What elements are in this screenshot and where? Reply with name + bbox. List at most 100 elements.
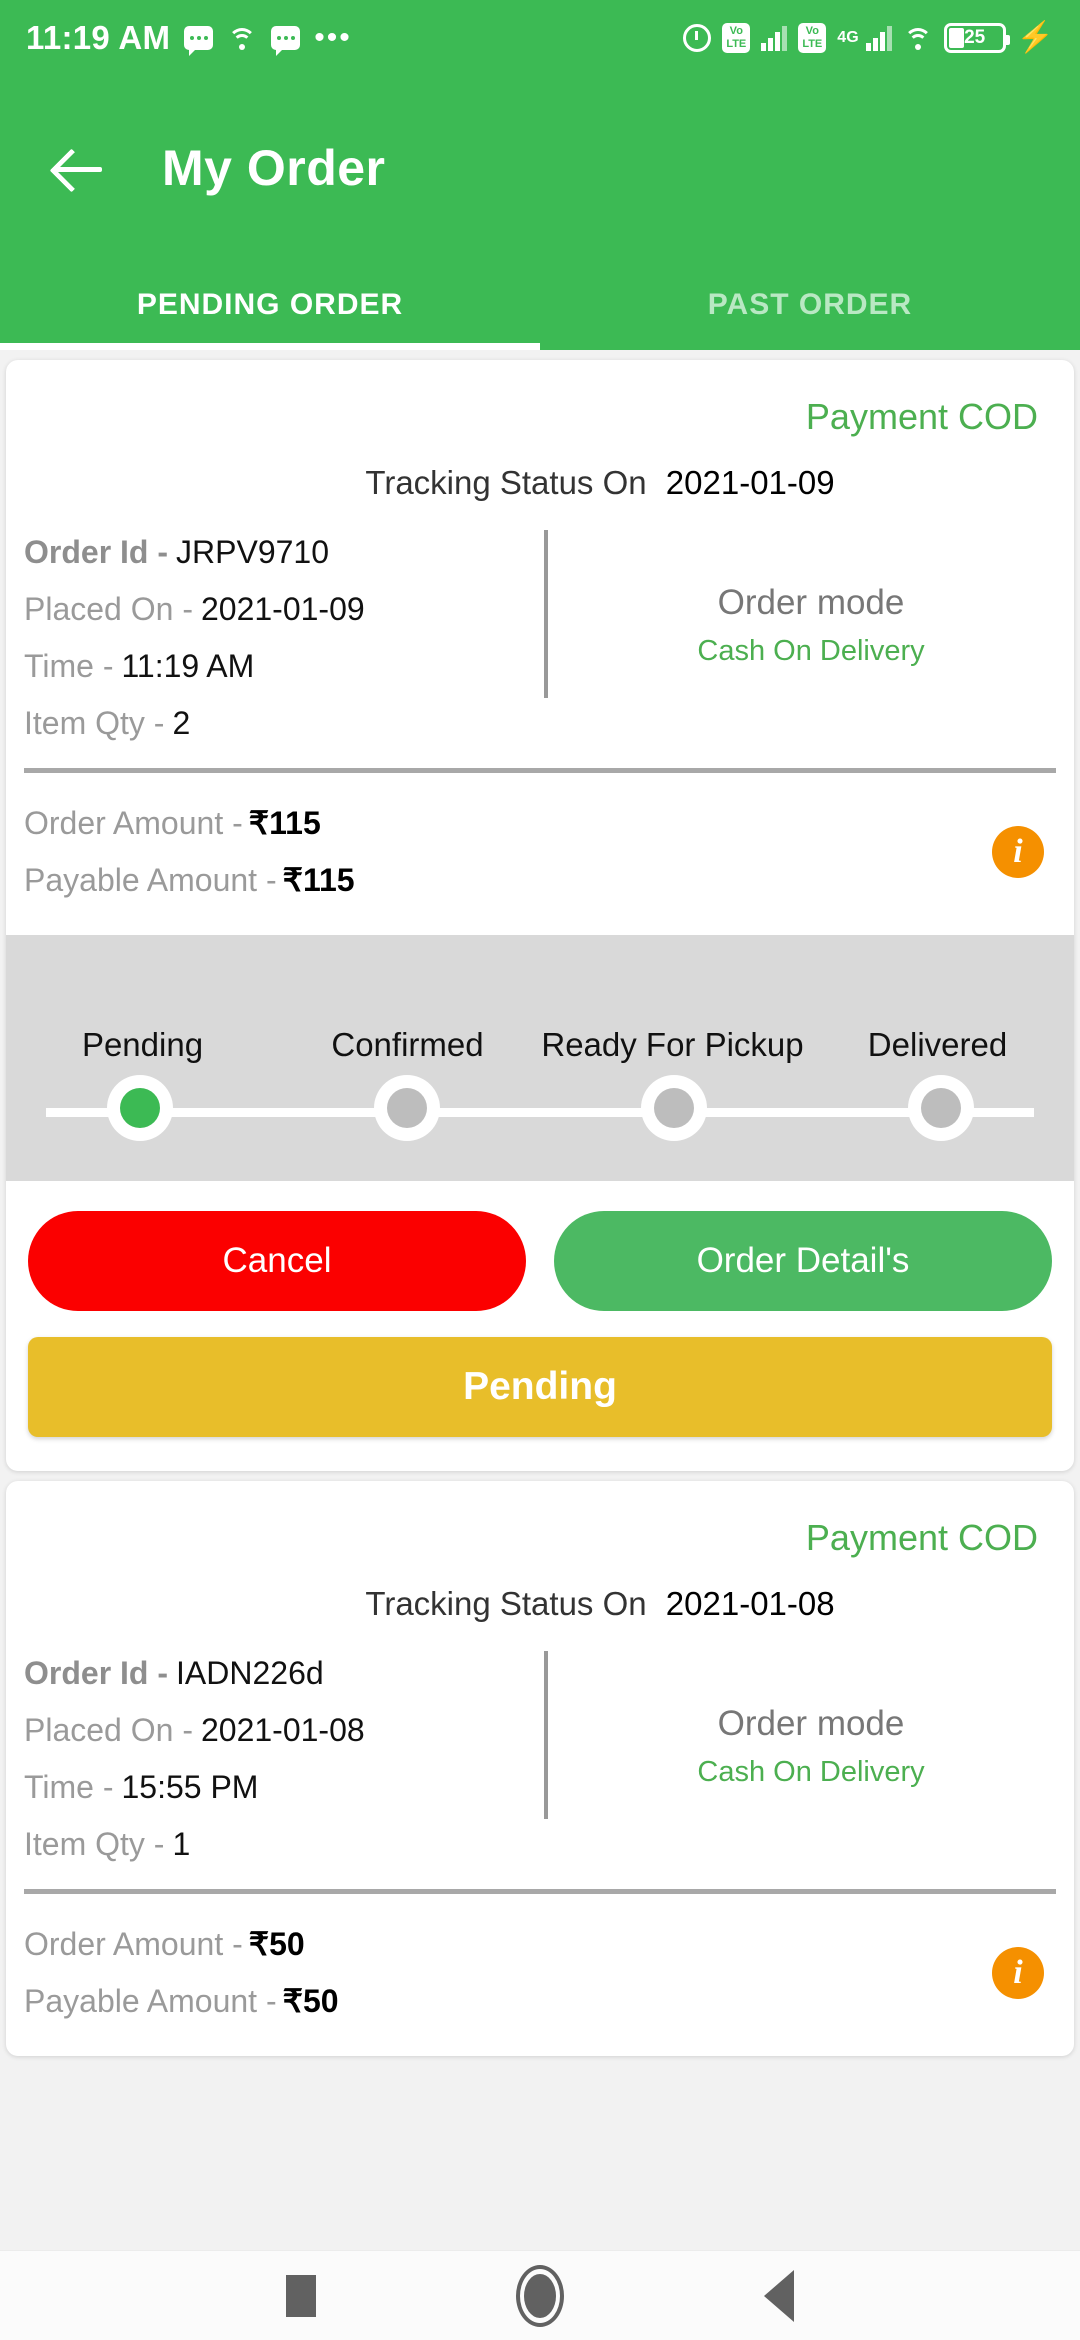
order-id-row: Order Id - JRPV9710 [24,524,544,581]
payable-amount-label: Payable Amount - [24,862,277,898]
order-summary: Order Id - IADN226d Placed On -2021-01-08… [6,1645,1074,1873]
stepper-track [6,1075,1074,1147]
square-icon[interactable] [286,2274,316,2317]
order-amount-value: ₹50 [248,1926,305,1962]
time-row: Time -11:19 AM [24,638,544,695]
status-bar-left: 11:19 AM ••• [26,19,352,57]
step-label-ready-for-pickup: Ready For Pickup [541,1026,804,1063]
network-type-label: 4G [837,28,859,46]
more-notifications-icon: ••• [314,20,352,54]
order-amount-label: Order Amount - [24,1926,243,1962]
tracking-status-date: 2021-01-08 [665,1585,835,1622]
battery-icon: 25 [943,22,1010,53]
tracking-status-row: Tracking Status On 2021-01-08 [6,1559,1074,1623]
tab-bar: PENDING ORDER PAST ORDER [0,260,1080,350]
wifi-icon [903,26,933,50]
order-fields: Order Id - IADN226d Placed On -2021-01-08… [24,1645,544,1873]
signal-sim1-icon [761,25,788,51]
step-label-delivered: Delivered [867,1026,1008,1063]
amount-column: Order Amount - ₹50 Payable Amount - ₹50 [24,1916,992,2030]
payment-mode-label: Payment COD [805,396,1038,437]
payment-mode-label: Payment COD [805,1517,1038,1558]
step-dot-confirmed[interactable] [373,1075,440,1141]
time-value: 15:55 PM [121,1769,259,1805]
amounts-block: Order Amount - ₹115 Payable Amount - ₹115 … [6,773,1074,935]
time-value: 11:19 AM [121,648,255,684]
status-bar: 11:19 AM ••• Vo LTE Vo LTE 4G 25 ⚡ [0,0,1080,75]
message-icon-2 [271,25,301,56]
order-amount-row: Order Amount - ₹50 [24,1916,992,1973]
order-list[interactable]: Payment COD Tracking Status On 2021-01-0… [0,350,1080,2250]
volte-sim2-icon: Vo LTE [798,22,827,53]
order-mode-block: Order mode Cash On Delivery [548,1645,1074,1873]
page-title: My Order [162,139,386,196]
step-label-pending: Pending [81,1026,204,1063]
time-label: Time - [24,1769,114,1805]
order-amount-row: Order Amount - ₹115 [24,795,992,852]
placed-on-label: Placed On - [24,1712,193,1748]
wifi-notification-icon [227,26,257,50]
order-mode-label: Order mode [717,1703,905,1743]
stepper-labels: Pending Confirmed Ready For Pickup Deliv… [6,961,1074,1065]
order-id-label: Order Id - [24,1655,169,1691]
order-amount-label: Order Amount - [24,805,243,841]
order-mode-value: Cash On Delivery [697,1755,925,1788]
status-bar-right: Vo LTE Vo LTE 4G 25 ⚡ [683,22,1054,53]
order-mode-block: Order mode Cash On Delivery [548,524,1074,752]
time-label: Time - [24,648,114,684]
placed-on-value: 2021-01-09 [200,591,365,627]
item-qty-value: 1 [172,1826,191,1862]
tab-past-order[interactable]: PAST ORDER [540,260,1080,350]
volte-sim1-icon: Vo LTE [722,22,751,53]
order-fields: Order Id - JRPV9710 Placed On -2021-01-09… [24,524,544,752]
tracking-status-row: Tracking Status On 2021-01-09 [6,438,1074,502]
item-qty-row: Item Qty -1 [24,1816,544,1873]
info-icon[interactable]: i [992,1947,1044,1999]
placed-on-value: 2021-01-08 [200,1712,365,1748]
step-dot-ready-for-pickup[interactable] [640,1075,707,1141]
step-label-confirmed: Confirmed [331,1026,484,1063]
order-id-value: JRPV9710 [176,534,329,570]
arrow-left-icon[interactable] [48,137,110,199]
order-mode-value: Cash On Delivery [697,634,925,667]
order-amount-value: ₹115 [248,805,321,841]
step-dot-pending[interactable] [106,1075,173,1141]
battery-percent-label: 25 [964,26,986,48]
item-qty-label: Item Qty - [24,705,165,741]
tracking-status-label: Tracking Status On [365,1585,647,1622]
order-actions: Cancel Order Detail's [6,1181,1074,1311]
circle-icon[interactable] [516,2264,564,2327]
step-dot-delivered[interactable] [907,1075,974,1141]
item-qty-label: Item Qty - [24,1826,165,1862]
order-id-value: IADN226d [176,1655,324,1691]
amount-column: Order Amount - ₹115 Payable Amount - ₹115 [24,795,992,909]
payable-amount-value: ₹50 [282,1983,339,2019]
amounts-block: Order Amount - ₹50 Payable Amount - ₹50 i [6,1894,1074,2056]
order-mode-label: Order mode [717,582,905,622]
placed-on-row: Placed On -2021-01-08 [24,1702,544,1759]
android-nav-bar [0,2250,1080,2340]
placed-on-row: Placed On -2021-01-09 [24,581,544,638]
placed-on-label: Placed On - [24,591,193,627]
app-bar: My Order [0,75,1080,260]
order-status-button[interactable]: Pending [28,1337,1052,1437]
cancel-button[interactable]: Cancel [28,1211,526,1311]
stepper-dots [6,1075,1074,1141]
order-id-row: Order Id - IADN226d [24,1645,544,1702]
payable-amount-value: ₹115 [282,862,355,898]
triangle-back-icon[interactable] [764,2269,794,2322]
item-qty-value: 2 [172,705,191,741]
order-detail-button[interactable]: Order Detail's [554,1211,1052,1311]
message-icon [184,25,214,56]
tab-pending-order[interactable]: PENDING ORDER [0,260,540,350]
signal-sim2-icon [865,25,892,51]
info-icon[interactable]: i [992,826,1044,878]
order-card: Payment COD Tracking Status On 2021-01-0… [6,1481,1074,2056]
payable-amount-row: Payable Amount - ₹50 [24,1973,992,2030]
phone-screen: 11:19 AM ••• Vo LTE Vo LTE 4G 25 ⚡ My Orde… [0,0,1080,2340]
tracking-status-label: Tracking Status On [365,464,647,501]
order-id-label: Order Id - [24,534,169,570]
time-row: Time -15:55 PM [24,1759,544,1816]
alarm-icon [683,23,712,52]
payable-amount-row: Payable Amount - ₹115 [24,852,992,909]
